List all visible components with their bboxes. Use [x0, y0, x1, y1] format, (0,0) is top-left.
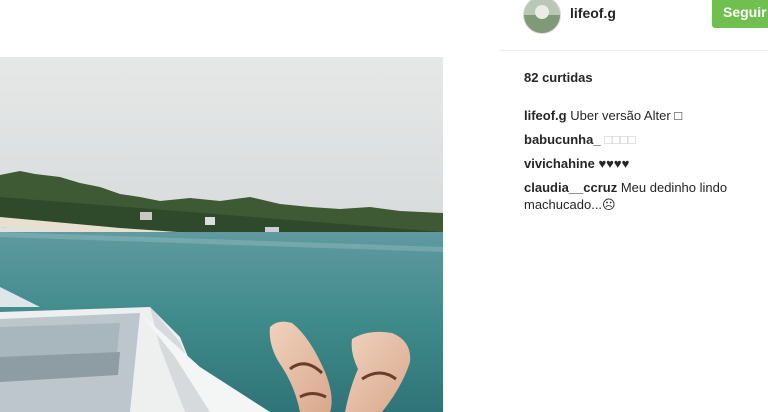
comment-author[interactable]: claudia__ccruz	[524, 180, 617, 195]
avatar[interactable]	[523, 0, 561, 34]
likes-count[interactable]: 82 curtidas	[524, 70, 593, 85]
comment: claudia__ccruz Meu dedinho lindo machuca…	[524, 179, 760, 213]
comment-author[interactable]: babucunha_	[524, 132, 601, 147]
comment-text: Uber versão Alter □	[570, 108, 683, 123]
comment: vivichahine ♥♥♥♥	[524, 155, 760, 172]
post-header: lifeof.g Seguir	[500, 0, 768, 51]
post-username[interactable]: lifeof.g	[570, 5, 616, 21]
comment: babucunha_ □□□□	[524, 131, 760, 148]
post-photo[interactable]	[0, 57, 443, 412]
comment: lifeof.g Uber versão Alter □	[524, 107, 760, 124]
comment-text: □□□□	[604, 132, 636, 147]
comment-author[interactable]: vivichahine	[524, 156, 595, 171]
follow-button[interactable]: Seguir	[712, 0, 768, 28]
comment-text: ♥♥♥♥	[598, 156, 630, 171]
comments-list: lifeof.g Uber versão Alter □ babucunha_ …	[524, 107, 760, 220]
comment-author[interactable]: lifeof.g	[524, 108, 567, 123]
